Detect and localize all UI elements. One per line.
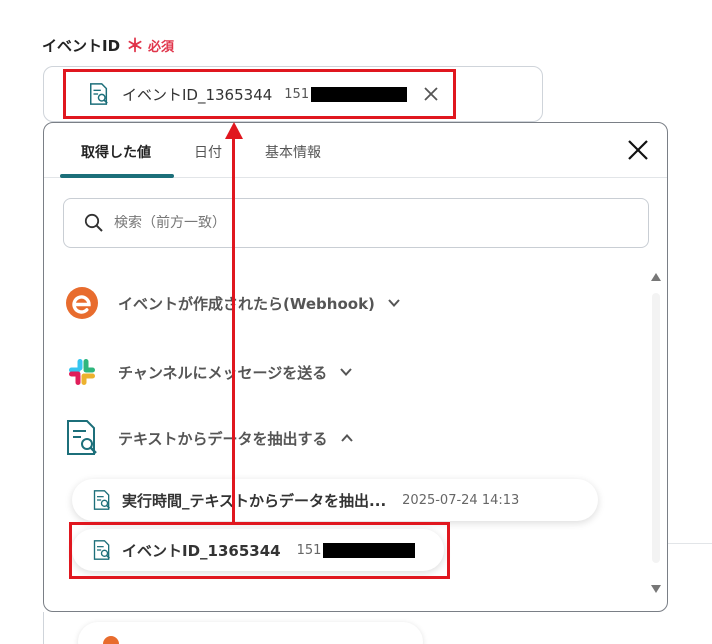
scrollbar[interactable] (651, 273, 663, 593)
highlight-box (69, 522, 450, 579)
tab-retrieved-values[interactable]: 取得した値 (81, 142, 151, 162)
document-search-icon (93, 490, 111, 510)
result-item-execution-time[interactable]: 実行時間_テキストからデータを抽出... 2025-07-24 14:13 (72, 479, 598, 521)
tab-basic-info[interactable]: 基本情報 (265, 142, 321, 162)
result-label: 実行時間_テキストからデータを抽出... (122, 491, 387, 510)
chevron-up-icon (340, 434, 353, 442)
section-label: イベントが作成されたら(Webhook) (118, 294, 375, 313)
chip-label: イベントID_1365344 (122, 85, 273, 104)
field-label: イベントID ＊ 必須 (42, 32, 174, 58)
close-icon[interactable] (625, 137, 651, 163)
chip-value: 151 (284, 86, 408, 102)
background-card (78, 622, 423, 644)
required-text: 必須 (148, 39, 175, 55)
background-divider (668, 543, 712, 544)
section-label: テキストからデータを抽出する (118, 429, 328, 448)
chevron-down-icon (388, 299, 400, 307)
search-box (63, 198, 649, 248)
scroll-up-arrow[interactable] (651, 273, 661, 281)
tab-bar: 取得した値 日付 基本情報 (44, 123, 667, 178)
search-icon (84, 213, 103, 232)
section-label: チャンネルにメッセージを送る (118, 363, 328, 382)
eventbrite-logo-icon (64, 285, 100, 321)
remove-chip-icon[interactable] (421, 84, 441, 104)
required-star: ＊ (126, 36, 145, 57)
selected-value-chip[interactable]: イベントID_1365344 151 (63, 69, 456, 119)
active-tab-indicator (60, 174, 174, 178)
scroll-down-arrow[interactable] (651, 585, 661, 593)
scroll-thumb[interactable] (652, 293, 660, 563)
background-border (43, 612, 44, 644)
annotation-arrow-head (225, 122, 243, 139)
section-slack-send-message[interactable]: チャンネルにメッセージを送る (64, 354, 353, 390)
field-label-text: イベントID (42, 36, 121, 55)
redacted-block (311, 86, 408, 102)
slack-logo-icon (64, 354, 100, 390)
result-value: 2025-07-24 14:13 (402, 492, 520, 508)
section-extract-data-from-text[interactable]: テキストからデータを抽出する (64, 420, 354, 456)
eventbrite-logo-icon (103, 636, 119, 644)
search-input[interactable] (114, 215, 594, 231)
tab-date[interactable]: 日付 (194, 142, 222, 162)
document-search-icon (90, 83, 108, 105)
annotation-arrow-line (232, 138, 235, 524)
chevron-down-icon (340, 368, 353, 376)
document-search-icon (64, 420, 100, 456)
